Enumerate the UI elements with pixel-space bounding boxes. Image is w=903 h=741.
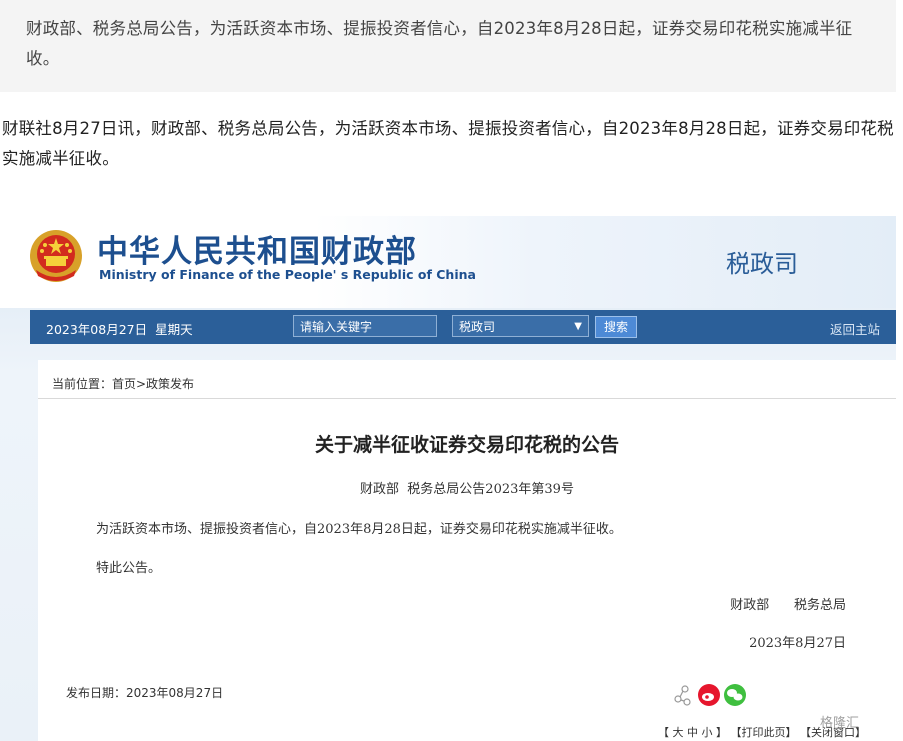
divider <box>38 398 896 399</box>
nav-bar: 2023年08月27日 星期天 请输入关键字 税政司 ▼ 搜索 返回主站 <box>30 310 896 344</box>
search-button[interactable]: 搜索 <box>595 316 637 338</box>
breadcrumb: 当前位置：首页>政策发布 <box>52 377 195 391</box>
content-panel: 当前位置：首页>政策发布 关于减半征收证券交易印花税的公告 财政部 税务总局公告… <box>38 360 896 741</box>
chevron-down-icon: ▼ <box>574 321 582 332</box>
document-paragraph: 为活跃资本市场、提振投资者信心，自2023年8月28日起，证券交易印花税实施减半… <box>96 522 622 537</box>
weibo-icon[interactable] <box>698 684 720 706</box>
home-link[interactable]: 返回主站 <box>830 319 880 338</box>
search-input[interactable]: 请输入关键字 <box>293 315 437 337</box>
document-date: 2023年8月27日 <box>749 636 846 651</box>
national-emblem-icon <box>30 230 82 282</box>
document-closing: 特此公告。 <box>96 561 162 576</box>
share-icon[interactable] <box>674 685 691 706</box>
watermark-logo: 格隆汇 <box>820 716 860 731</box>
document-signature: 财政部 税务总局 <box>730 598 846 613</box>
wechat-icon[interactable] <box>724 684 746 706</box>
department-select[interactable]: 税政司 ▼ <box>452 315 589 337</box>
publish-date: 发布日期：2023年08月27日 <box>66 686 224 700</box>
ministry-name-en: Ministry of Finance of the People' s Rep… <box>99 267 476 282</box>
share-bar <box>674 684 746 706</box>
document-title: 关于减半征收证券交易印花税的公告 <box>314 434 619 456</box>
quote-text: 财政部、税务总局公告，为活跃资本市场、提振投资者信心，自2023年8月28日起，… <box>26 19 853 68</box>
article-paragraph: 财联社8月27日讯，财政部、税务总局公告，为活跃资本市场、提振投资者信心，自20… <box>2 119 894 168</box>
document-number: 财政部 税务总局公告2023年第39号 <box>360 482 574 497</box>
nav-date: 2023年08月27日 星期天 <box>46 322 193 337</box>
embedded-screenshot: 中华人民共和国财政部 Ministry of Finance of the Pe… <box>0 216 896 741</box>
quote-block: 财政部、税务总局公告，为活跃资本市场、提振投资者信心，自2023年8月28日起，… <box>0 0 896 92</box>
site-banner: 中华人民共和国财政部 Ministry of Finance of the Pe… <box>0 216 896 308</box>
select-value: 税政司 <box>459 320 496 334</box>
ministry-name-cn: 中华人民共和国财政部 <box>97 234 417 270</box>
department-title: 税政司 <box>726 250 798 278</box>
